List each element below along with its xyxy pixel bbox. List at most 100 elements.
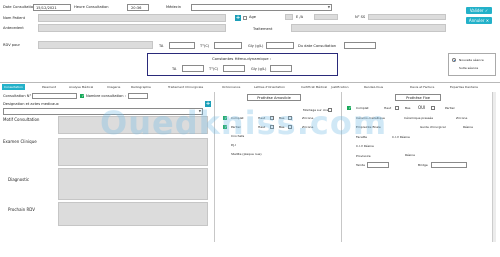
teinte-label: Teinte xyxy=(356,163,365,167)
annuler-label: Annuler xyxy=(468,18,485,23)
medecin-select[interactable]: ▼ xyxy=(191,4,332,11)
teinte-field[interactable] xyxy=(367,162,389,168)
age-checkbox[interactable] xyxy=(243,16,247,20)
tab-radiographie[interactable]: Radiographie xyxy=(131,84,151,90)
designation-label: Designation et actes medicaux xyxy=(3,102,59,106)
tab-paiement[interactable]: Paiement xyxy=(42,84,56,90)
heure-consultation-value: 20:36 xyxy=(131,5,142,10)
resine-label: Résine xyxy=(463,125,473,129)
tab-analyse-medical[interactable]: Analyse Médical xyxy=(69,84,93,90)
tc-field[interactable] xyxy=(214,42,242,49)
add-patient-icon[interactable]: + xyxy=(235,15,241,21)
tab-consultation[interactable]: Consultation xyxy=(2,84,25,90)
constantes-ta-field[interactable] xyxy=(182,65,204,72)
tab-traitement-chirurgicale[interactable]: Traitement Chirurgicale xyxy=(168,84,203,90)
antecedent-label: Antecedent xyxy=(3,26,24,30)
guide-label: Guide chirurgical xyxy=(420,125,446,129)
du-date-label: Du date Consultation xyxy=(298,44,337,48)
examen-field[interactable] xyxy=(58,138,208,166)
nombre-consultation-label: Nombre consultation : xyxy=(86,94,126,98)
diagnostic-field[interactable] xyxy=(58,168,208,200)
consultation-no-field[interactable] xyxy=(32,93,77,99)
prothese-amovible-title: Prothése Amovible xyxy=(247,94,301,101)
resine2-label: Résine xyxy=(405,153,415,157)
traitement-label: Traitement xyxy=(253,27,273,31)
bridge-field[interactable] xyxy=(431,162,467,168)
date-consultation-field[interactable]: 15/12/2021 xyxy=(33,4,71,11)
diagnostic-label: Diagnostic xyxy=(8,177,30,182)
civ-label: C.I.V Résine xyxy=(392,135,410,139)
chevron-down-icon: ▼ xyxy=(327,5,330,9)
fixe-partiel-label: Partiel xyxy=(445,106,455,110)
heure-consultation-field[interactable]: 20:36 xyxy=(127,4,149,11)
valider-label: Valider xyxy=(469,8,484,13)
constantes-gly-field[interactable] xyxy=(270,65,292,72)
medecin-label: Médecin xyxy=(166,5,182,9)
tabs-divider xyxy=(0,82,500,83)
gly-label: Gly (g/L) xyxy=(248,44,264,48)
seance-panel: Nouvelle séance Suite séance xyxy=(448,53,496,76)
consultation-no-label: Consultation N° xyxy=(3,94,32,98)
ea-label: E /A xyxy=(296,15,304,19)
bridge-label: Bridge xyxy=(418,163,428,167)
stellite-label: Stellite (plaque nue) xyxy=(231,152,262,156)
nombre-consultation-checkbox[interactable] xyxy=(80,93,85,98)
annuler-button[interactable]: Annuler ✕ xyxy=(466,17,492,24)
suite-seance-label: Suite séance xyxy=(459,66,479,70)
tab-imagerie[interactable]: Imagerie xyxy=(107,84,120,90)
tab-rendez-vous[interactable]: Rendez-Vous xyxy=(364,84,383,90)
pjlt-label: P.J.I xyxy=(231,143,237,147)
age-field[interactable] xyxy=(285,14,293,20)
zircone-label: Zircone xyxy=(456,116,468,120)
nom-patient-field[interactable] xyxy=(38,14,226,22)
traitement-field[interactable] xyxy=(291,24,446,32)
age-label: Age xyxy=(249,15,256,19)
close-icon: ✕ xyxy=(484,18,490,23)
prochain-rdv-label: Prochain RDV xyxy=(8,207,35,212)
watermark-logo: Ouedkniss.com xyxy=(100,104,388,142)
scrollbar[interactable] xyxy=(492,92,496,242)
fixe-bas-label: Bas xyxy=(405,106,411,110)
tab-expertise-dentaire[interactable]: Expertise Dentaire xyxy=(450,84,478,90)
tab-justification[interactable]: Justification xyxy=(331,84,348,90)
ns-field[interactable] xyxy=(368,14,446,20)
nombre-consultation-field[interactable] xyxy=(128,93,148,99)
nouvelle-seance-label: Nouvelle séance xyxy=(459,58,484,62)
gly-field[interactable] xyxy=(266,42,294,49)
tab-lettres-orientation[interactable]: Lettres d'Orientation xyxy=(254,84,285,90)
tab-ordonnance[interactable]: Ordonnance xyxy=(222,84,240,90)
fixe-haut-checkbox[interactable] xyxy=(395,106,399,110)
examen-label: Examen Clinique xyxy=(3,139,37,144)
tab-certificat-medical[interactable]: Certificat Médical xyxy=(301,84,327,90)
ta-field[interactable] xyxy=(169,42,195,49)
civ2-label: C.I.V Résine xyxy=(356,144,374,148)
constantes-title: Constantes Hémo-dynamique : xyxy=(212,56,272,61)
ns-label: N° SS xyxy=(355,15,366,19)
nouvelle-seance-radio[interactable] xyxy=(452,58,456,62)
valider-button[interactable]: Valider ✓ xyxy=(466,7,492,14)
tc-label: T°(C) xyxy=(200,44,210,48)
heure-consultation-label: Heure Consultation xyxy=(74,5,109,9)
nom-patient-label: Nom Patient xyxy=(3,16,26,20)
tab-devis-facture[interactable]: Devis et Facture xyxy=(410,84,434,90)
prochain-rdv-field[interactable] xyxy=(58,202,208,226)
check-icon: ✓ xyxy=(483,8,489,13)
motif-label: Motif Consultation xyxy=(3,117,40,122)
date-consultation-label: Date Consultation xyxy=(3,5,36,9)
date-consultation-value: 15/12/2021 xyxy=(36,5,57,10)
du-date-field[interactable] xyxy=(344,42,376,49)
fixe-bas-checkbox[interactable] xyxy=(431,106,435,110)
antecedent-field[interactable] xyxy=(38,24,226,32)
ta-label: TA xyxy=(159,44,164,48)
rdv-field[interactable] xyxy=(38,41,153,49)
prothese-fixe-title: Prothése Fixe xyxy=(395,94,441,101)
ceramique-label: Céramique pressée xyxy=(404,116,434,120)
constantes-tc-field[interactable] xyxy=(223,65,245,72)
constantes-tc-label: T°(C) xyxy=(209,67,219,71)
fixe-oui-label: OUI xyxy=(418,105,426,110)
ea-field[interactable] xyxy=(314,14,338,20)
rdv-label: RDV pour xyxy=(3,43,21,47)
constantes-gly-label: Gly (g/L) xyxy=(251,67,267,71)
constantes-ta-label: TA xyxy=(172,67,177,71)
constantes-panel: Constantes Hémo-dynamique : TA T°(C) Gly… xyxy=(147,53,338,76)
